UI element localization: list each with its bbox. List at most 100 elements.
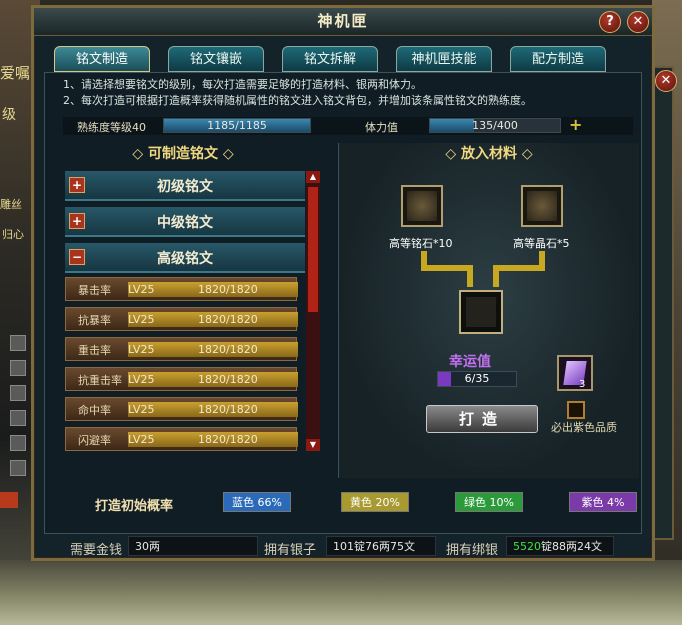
row-value: 1820/1820 bbox=[198, 373, 258, 386]
proficiency-value: 1185/1185 bbox=[207, 119, 267, 132]
bg-button[interactable] bbox=[10, 385, 26, 401]
bg-close-icon[interactable]: ✕ bbox=[655, 70, 677, 92]
luck-fill bbox=[438, 372, 452, 386]
bg-button[interactable] bbox=[10, 335, 26, 351]
scroll-down-icon[interactable]: ▼ bbox=[306, 439, 320, 451]
proficiency-label: 熟练度等级40 bbox=[77, 121, 146, 134]
row-level: LV25 bbox=[128, 433, 155, 446]
bound-silver-ingots: 5520 bbox=[513, 540, 541, 553]
luck-label: 幸运值 bbox=[449, 354, 491, 370]
row-level: LV25 bbox=[128, 373, 155, 386]
bg-text: 级 bbox=[2, 107, 16, 123]
description-line: 2、每次打造可根据打造概率获得随机属性的铭文进入铭文背包，并增加该条属性铭文的熟… bbox=[63, 94, 532, 107]
tab-recipe-craft[interactable]: 配方制造 bbox=[510, 46, 606, 72]
row-value: 1820/1820 bbox=[198, 313, 258, 326]
materials-panel: ◇ 放入材料 ◇ 高等铭石*10 高等晶石*5 幸运值 6/35 3 打造 必出… bbox=[338, 143, 639, 478]
inscription-row[interactable]: 暴击率 LV25 1820/1820 bbox=[65, 277, 298, 301]
bg-red-button[interactable] bbox=[0, 492, 18, 508]
pipe bbox=[467, 265, 473, 287]
row-bar: LV25 1820/1820 bbox=[128, 282, 298, 297]
category-label: 初级铭文 bbox=[157, 179, 213, 195]
category-label: 中级铭文 bbox=[157, 215, 213, 231]
material-slot[interactable] bbox=[401, 185, 443, 227]
row-bar: LV25 1820/1820 bbox=[128, 432, 298, 447]
background-bottom bbox=[0, 560, 682, 625]
tab-inscription-inlay[interactable]: 铭文镶嵌 bbox=[168, 46, 264, 72]
material-label: 高等铭石*10 bbox=[389, 237, 453, 250]
row-bar: LV25 1820/1820 bbox=[128, 312, 298, 327]
scroll-up-icon[interactable]: ▲ bbox=[306, 171, 320, 183]
craftable-inscriptions-panel: ◇ 可制造铭文 ◇ + 初级铭文 + 中级铭文 − 高级铭文 暴击率 LV25 1… bbox=[63, 143, 335, 478]
guarantee-purple-label: 必出紫色品质 bbox=[551, 421, 617, 434]
row-value: 1820/1820 bbox=[198, 283, 258, 296]
content-panel: 1、请选择想要铭文的级别，每次打造需要足够的打造材料、银两和体力。 2、每次打造… bbox=[44, 72, 642, 534]
scrollbar[interactable]: ▲ ▼ bbox=[306, 171, 320, 451]
bound-silver-label: 拥有绑银 bbox=[446, 543, 499, 558]
material-label: 高等晶石*5 bbox=[513, 237, 570, 250]
tab-box-skills[interactable]: 神机匣技能 bbox=[396, 46, 492, 72]
materials-title: ◇ 放入材料 ◇ bbox=[445, 146, 533, 162]
bound-silver-value: 5520锭88两24文 bbox=[506, 536, 614, 556]
inscription-row[interactable]: 闪避率 LV25 1820/1820 bbox=[65, 427, 298, 451]
description-line: 1、请选择想要铭文的级别，每次打造需要足够的打造材料、银两和体力。 bbox=[63, 78, 422, 91]
currency-bar: 需要金钱 30两 拥有银子 101锭76两75文 拥有绑银 5520锭88两24… bbox=[54, 536, 639, 558]
inscription-row[interactable]: 重击率 LV25 1820/1820 bbox=[65, 337, 298, 361]
category-intermediate[interactable]: + 中级铭文 bbox=[65, 207, 305, 237]
luck-value: 6/35 bbox=[464, 372, 490, 385]
probability-title: 打造初始概率 bbox=[95, 499, 174, 514]
scroll-thumb[interactable] bbox=[308, 187, 318, 312]
row-level: LV25 bbox=[128, 283, 155, 296]
row-level: LV25 bbox=[128, 343, 155, 356]
inscription-row[interactable]: 命中率 LV25 1820/1820 bbox=[65, 397, 298, 421]
prob-yellow: 黄色 20% bbox=[341, 492, 409, 512]
prob-green: 绿色 10% bbox=[455, 492, 523, 512]
probabilities: 打造初始概率 蓝色 66% 黄色 20% 绿色 10% 紫色 4% bbox=[63, 492, 637, 514]
description: 1、请选择想要铭文的级别，每次打造需要足够的打造材料、银两和体力。 2、每次打造… bbox=[63, 77, 633, 109]
pipe bbox=[493, 265, 545, 271]
craft-button[interactable]: 打造 bbox=[426, 405, 538, 433]
row-bar: LV25 1820/1820 bbox=[128, 372, 298, 387]
guarantee-purple-checkbox[interactable] bbox=[567, 401, 585, 419]
inscription-row[interactable]: 抗暴率 LV25 1820/1820 bbox=[65, 307, 298, 331]
shenjixia-window: 神机匣 ? ✕ 铭文制造 铭文镶嵌 铭文拆解 神机匣技能 配方制造 1、请选择想… bbox=[31, 5, 655, 561]
row-name: 命中率 bbox=[78, 404, 111, 417]
category-basic[interactable]: + 初级铭文 bbox=[65, 171, 305, 201]
stamina-bar: 135/400 bbox=[429, 118, 561, 133]
ore-icon bbox=[407, 191, 437, 221]
row-value: 1820/1820 bbox=[198, 433, 258, 446]
craftable-title: ◇ 可制造铭文 ◇ bbox=[132, 146, 234, 162]
bg-text: 归心 bbox=[2, 228, 24, 241]
bg-button[interactable] bbox=[10, 410, 26, 426]
stamina-label: 体力值 bbox=[365, 121, 398, 134]
luck-bar: 6/35 bbox=[437, 371, 517, 387]
result-slot[interactable] bbox=[459, 290, 503, 334]
bg-button[interactable] bbox=[10, 460, 26, 476]
bg-button[interactable] bbox=[10, 360, 26, 376]
bg-text: 爱嘱 bbox=[0, 64, 31, 82]
close-icon[interactable]: ✕ bbox=[627, 11, 649, 33]
purple-gem-icon[interactable] bbox=[557, 355, 593, 391]
crystal-icon bbox=[527, 191, 557, 221]
bg-button[interactable] bbox=[10, 435, 26, 451]
stats-bar: 熟练度等级40 1185/1185 体力值 135/400 + bbox=[63, 115, 633, 135]
row-name: 闪避率 bbox=[78, 434, 111, 447]
help-icon[interactable]: ? bbox=[599, 11, 621, 33]
row-bar: LV25 1820/1820 bbox=[128, 342, 298, 357]
add-stamina-icon[interactable]: + bbox=[569, 115, 582, 134]
inscription-row[interactable]: 抗重击率 LV25 1820/1820 bbox=[65, 367, 298, 391]
money-label: 需要金钱 bbox=[70, 543, 123, 558]
silver-value: 101锭76两75文 bbox=[326, 536, 436, 556]
title-bar: 神机匣 ? ✕ bbox=[34, 8, 652, 36]
result-item bbox=[466, 297, 496, 327]
material-slot[interactable] bbox=[521, 185, 563, 227]
category-label: 高级铭文 bbox=[157, 251, 213, 267]
tab-inscription-disassemble[interactable]: 铭文拆解 bbox=[282, 46, 378, 72]
stamina-fill bbox=[430, 119, 474, 132]
row-value: 1820/1820 bbox=[198, 343, 258, 356]
pipe bbox=[493, 265, 499, 287]
tab-inscription-craft[interactable]: 铭文制造 bbox=[54, 46, 150, 72]
pipe bbox=[421, 265, 473, 271]
bg-text: 雕丝 bbox=[0, 198, 22, 211]
category-advanced[interactable]: − 高级铭文 bbox=[65, 243, 305, 273]
silver-label: 拥有银子 bbox=[264, 543, 317, 558]
